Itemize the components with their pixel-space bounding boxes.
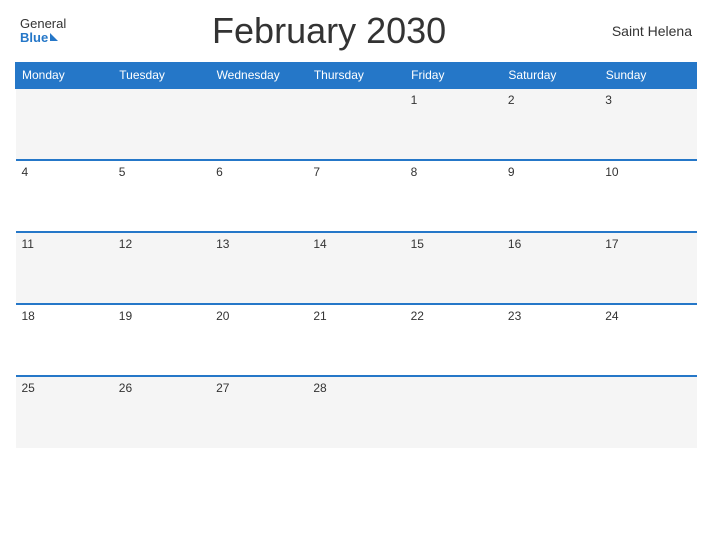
day-number: 23 [508, 309, 521, 323]
day-number: 6 [216, 165, 223, 179]
day-number: 24 [605, 309, 618, 323]
calendar-cell [599, 376, 696, 448]
location-label: Saint Helena [592, 23, 692, 39]
day-number: 16 [508, 237, 521, 251]
calendar-cell: 22 [405, 304, 502, 376]
calendar-header: General Blue February 2030 Saint Helena [15, 10, 697, 52]
day-number: 9 [508, 165, 515, 179]
day-number: 3 [605, 93, 612, 107]
calendar-cell: 9 [502, 160, 599, 232]
day-number: 13 [216, 237, 229, 251]
day-number: 4 [22, 165, 29, 179]
calendar-cell: 24 [599, 304, 696, 376]
day-number: 19 [119, 309, 132, 323]
calendar-cell: 17 [599, 232, 696, 304]
header-wednesday: Wednesday [210, 63, 307, 89]
header-friday: Friday [405, 63, 502, 89]
logo: General Blue [20, 17, 66, 46]
day-number: 11 [22, 237, 34, 251]
day-number: 27 [216, 381, 229, 395]
calendar-cell: 8 [405, 160, 502, 232]
day-number: 18 [22, 309, 35, 323]
calendar-cell: 13 [210, 232, 307, 304]
calendar-grid: Monday Tuesday Wednesday Thursday Friday… [15, 62, 697, 448]
logo-triangle-icon [50, 33, 58, 41]
calendar-cell: 3 [599, 88, 696, 160]
day-number: 14 [313, 237, 326, 251]
calendar-cell [307, 88, 404, 160]
day-number: 22 [411, 309, 424, 323]
logo-blue-text: Blue [20, 31, 58, 45]
day-number: 21 [313, 309, 326, 323]
calendar-cell: 5 [113, 160, 210, 232]
day-number: 12 [119, 237, 132, 251]
day-number: 5 [119, 165, 126, 179]
calendar-cell [210, 88, 307, 160]
calendar-week-row: 1 2 3 [16, 88, 697, 160]
calendar-cell [16, 88, 113, 160]
day-number: 15 [411, 237, 424, 251]
calendar-cell: 20 [210, 304, 307, 376]
calendar-cell: 15 [405, 232, 502, 304]
calendar-cell: 18 [16, 304, 113, 376]
weekday-header-row: Monday Tuesday Wednesday Thursday Friday… [16, 63, 697, 89]
calendar-cell: 21 [307, 304, 404, 376]
day-number: 17 [605, 237, 618, 251]
logo-general-text: General [20, 17, 66, 31]
calendar-container: General Blue February 2030 Saint Helena … [0, 0, 712, 550]
calendar-cell: 6 [210, 160, 307, 232]
calendar-cell: 19 [113, 304, 210, 376]
calendar-cell: 25 [16, 376, 113, 448]
calendar-cell: 12 [113, 232, 210, 304]
day-number: 10 [605, 165, 618, 179]
day-number: 1 [411, 93, 418, 107]
calendar-cell: 10 [599, 160, 696, 232]
header-saturday: Saturday [502, 63, 599, 89]
day-number: 28 [313, 381, 326, 395]
calendar-cell: 14 [307, 232, 404, 304]
header-thursday: Thursday [307, 63, 404, 89]
day-number: 8 [411, 165, 418, 179]
calendar-cell [113, 88, 210, 160]
calendar-cell: 1 [405, 88, 502, 160]
day-number: 20 [216, 309, 229, 323]
calendar-week-row: 11 12 13 14 15 16 17 [16, 232, 697, 304]
calendar-cell: 2 [502, 88, 599, 160]
calendar-cell: 4 [16, 160, 113, 232]
day-number: 25 [22, 381, 35, 395]
calendar-cell: 7 [307, 160, 404, 232]
header-tuesday: Tuesday [113, 63, 210, 89]
calendar-title: February 2030 [66, 10, 592, 52]
calendar-cell [502, 376, 599, 448]
header-sunday: Sunday [599, 63, 696, 89]
calendar-cell: 27 [210, 376, 307, 448]
calendar-cell: 26 [113, 376, 210, 448]
calendar-cell: 11 [16, 232, 113, 304]
day-number: 2 [508, 93, 515, 107]
day-number: 7 [313, 165, 320, 179]
calendar-cell: 16 [502, 232, 599, 304]
calendar-week-row: 4 5 6 7 8 9 10 [16, 160, 697, 232]
header-monday: Monday [16, 63, 113, 89]
calendar-week-row: 25 26 27 28 [16, 376, 697, 448]
calendar-cell: 28 [307, 376, 404, 448]
calendar-week-row: 18 19 20 21 22 23 24 [16, 304, 697, 376]
calendar-cell [405, 376, 502, 448]
day-number: 26 [119, 381, 132, 395]
calendar-cell: 23 [502, 304, 599, 376]
